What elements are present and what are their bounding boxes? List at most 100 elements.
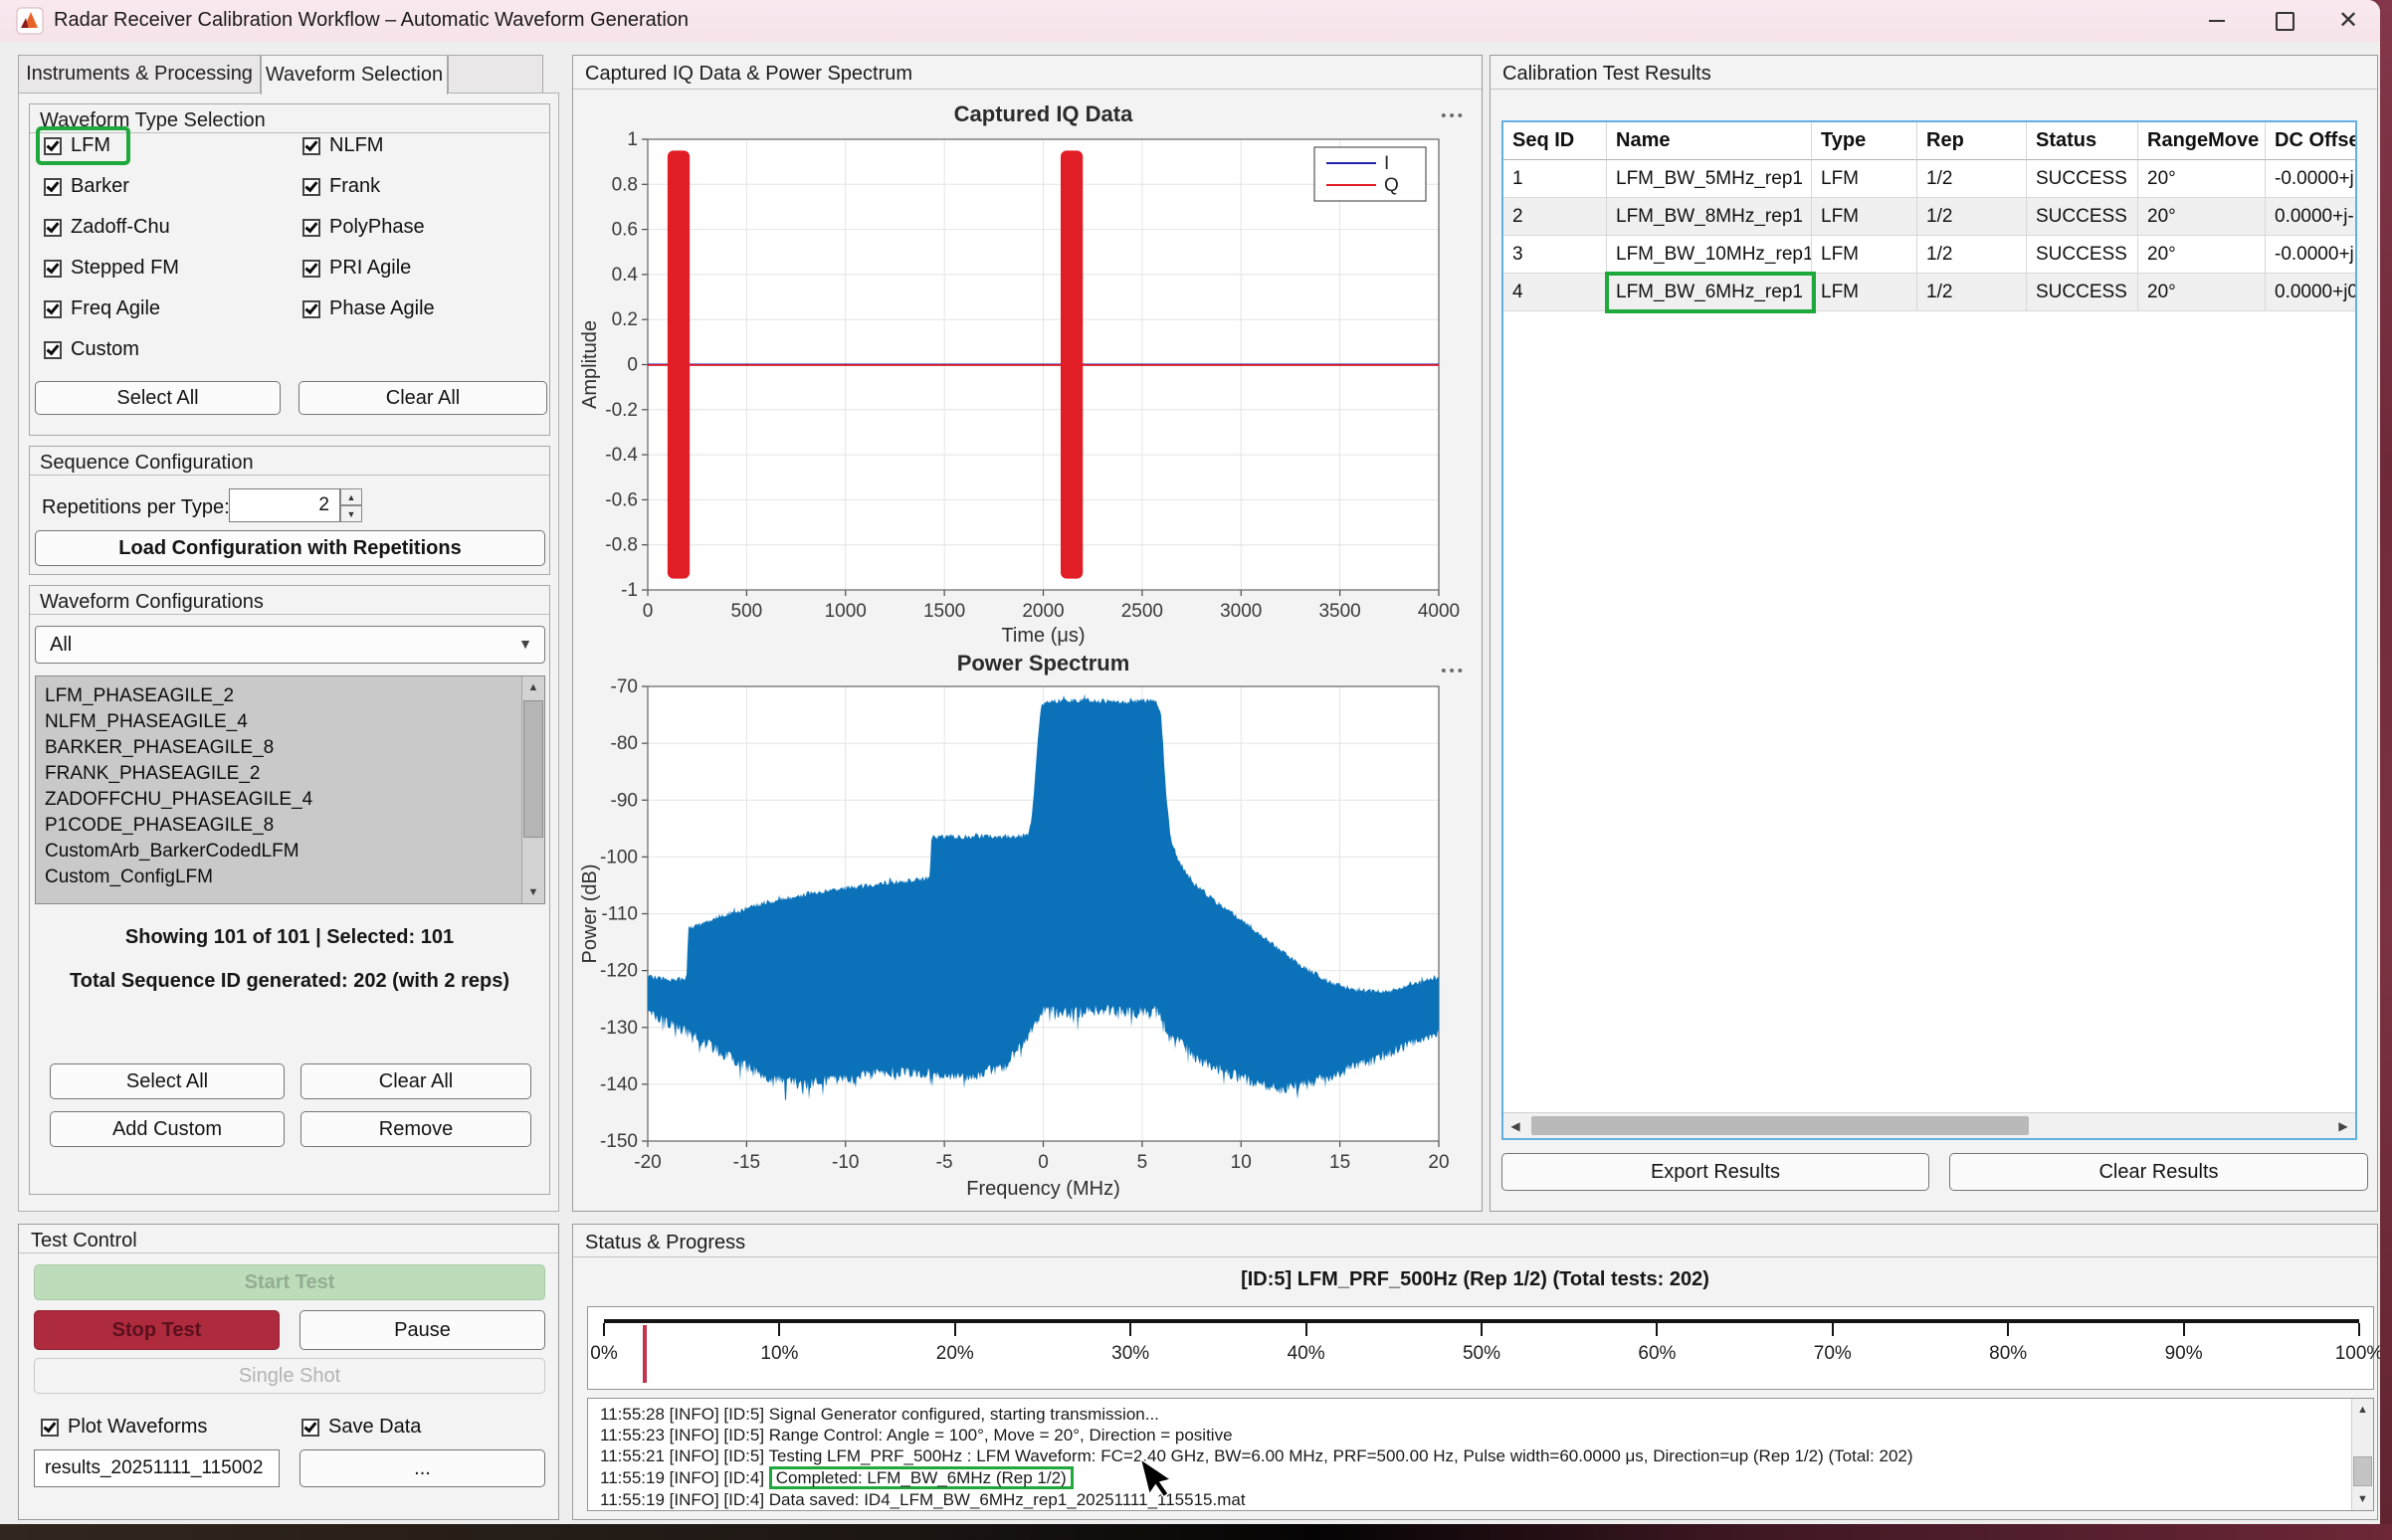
remove-button[interactable]: Remove — [300, 1111, 531, 1147]
checkbox-icon — [302, 219, 320, 237]
waveform-type-checkbox-phase-agile[interactable]: Phase Agile — [302, 297, 435, 320]
load-configuration-button[interactable]: Load Configuration with Repetitions — [35, 530, 545, 566]
waveform-type-checkbox-freq-agile[interactable]: Freq Agile — [44, 297, 160, 320]
log-scrollbar[interactable]: ▲ ▼ — [2351, 1399, 2373, 1510]
list-item[interactable]: CustomArb_BarkerCodedLFM — [36, 839, 544, 865]
stepper-down-icon[interactable]: ▼ — [340, 505, 362, 522]
config-listbox[interactable]: LFM_PHASEAGILE_2NLFM_PHASEAGILE_4BARKER_… — [35, 675, 545, 904]
hscroll-thumb[interactable] — [1531, 1116, 2029, 1135]
progress-tick-label: 80% — [1989, 1343, 2027, 1365]
table-row[interactable]: 4LFM_BW_6MHz_rep1LFM1/2SUCCESS20°0.0000+… — [1503, 274, 2357, 311]
table-cell: -0.0000+j — [2266, 236, 2357, 274]
table-cell: SUCCESS — [2027, 160, 2138, 198]
list-item[interactable]: ZADOFFCHU_PHASEAGILE_4 — [36, 787, 544, 813]
configs-clear-all-button[interactable]: Clear All — [300, 1063, 531, 1099]
sequence-configuration-group: Sequence Configuration Repetitions per T… — [29, 446, 550, 575]
list-item[interactable]: Custom_ConfigLFM — [36, 865, 544, 890]
scroll-right-icon[interactable]: ▶ — [2331, 1113, 2355, 1138]
waveform-type-checkbox-zadoff-chu[interactable]: Zadoff-Chu — [44, 216, 170, 239]
checkbox-label: Custom — [71, 338, 139, 361]
checkbox-label: NLFM — [329, 134, 383, 157]
waveform-type-checkbox-nlfm[interactable]: NLFM — [302, 134, 383, 157]
checkbox-icon — [41, 1419, 59, 1437]
log-scrollbar-thumb[interactable] — [2353, 1456, 2372, 1486]
status-progress-panel: Status & Progress [ID:5] LFM_PRF_500Hz (… — [572, 1224, 2378, 1520]
add-custom-button[interactable]: Add Custom — [50, 1111, 285, 1147]
stepper-up-icon[interactable]: ▲ — [340, 488, 362, 505]
progress-tick-label: 100% — [2335, 1343, 2380, 1365]
checkbox-icon — [44, 178, 62, 196]
table-cell: LFM_BW_10MHz_rep1 — [1607, 236, 1812, 274]
progress-tick — [1305, 1323, 1307, 1336]
svg-text:-0.8: -0.8 — [605, 535, 638, 556]
scroll-down-icon[interactable]: ▼ — [522, 881, 544, 903]
scroll-up-icon[interactable]: ▲ — [2352, 1399, 2373, 1421]
scroll-down-icon[interactable]: ▼ — [2352, 1488, 2373, 1510]
table-cell: 3 — [1503, 236, 1607, 274]
table-cell: 4 — [1503, 274, 1607, 311]
clear-results-button[interactable]: Clear Results — [1949, 1153, 2368, 1191]
repetitions-stepper[interactable]: ▲ ▼ — [340, 488, 362, 522]
svg-text:Q: Q — [1384, 175, 1399, 196]
waveform-type-checkbox-barker[interactable]: Barker — [44, 175, 129, 198]
results-table[interactable]: Seq IDNameTypeRepStatusRangeMoveDC Offse… — [1501, 120, 2357, 1140]
progress-tick-label: 60% — [1638, 1343, 1676, 1365]
list-item[interactable]: NLFM_PHASEAGILE_4 — [36, 709, 544, 735]
maximize-button[interactable] — [2253, 0, 2316, 42]
stop-test-button[interactable]: Stop Test — [34, 1310, 280, 1350]
start-test-button[interactable]: Start Test — [34, 1264, 545, 1300]
svg-text:0.2: 0.2 — [612, 309, 638, 330]
tab-waveform-selection[interactable]: Waveform Selection — [261, 55, 448, 95]
chevron-down-icon: ▼ — [518, 636, 532, 652]
browse-button[interactable]: ... — [299, 1449, 545, 1487]
minimize-button[interactable] — [2185, 0, 2249, 42]
close-button[interactable]: ✕ — [2316, 0, 2380, 42]
types-clear-all-button[interactable]: Clear All — [299, 381, 547, 415]
svg-text:Captured IQ Data: Captured IQ Data — [954, 101, 1133, 126]
waveform-type-checkbox-lfm[interactable]: LFM — [40, 130, 126, 161]
list-scrollbar[interactable]: ▲ ▼ — [521, 676, 544, 903]
pause-button[interactable]: Pause — [299, 1310, 545, 1350]
config-filter-value: All — [50, 634, 72, 657]
results-filename-input[interactable]: results_20251111_115002 — [34, 1449, 280, 1487]
repetitions-input[interactable]: 2 — [229, 488, 340, 522]
waveform-type-checkbox-frank[interactable]: Frank — [302, 175, 380, 198]
checkbox-icon — [44, 300, 62, 318]
types-select-all-button[interactable]: Select All — [35, 381, 281, 415]
tab-instruments-processing[interactable]: Instruments & Processing — [18, 55, 261, 94]
single-shot-button[interactable]: Single Shot — [34, 1358, 545, 1394]
calibration-results-panel: Calibration Test Results Seq IDNameTypeR… — [1490, 55, 2378, 1212]
waveform-type-checkbox-polyphase[interactable]: PolyPhase — [302, 216, 425, 239]
table-row[interactable]: 3LFM_BW_10MHz_rep1LFM1/2SUCCESS20°-0.000… — [1503, 236, 2357, 274]
table-cell: SUCCESS — [2027, 236, 2138, 274]
list-item[interactable]: FRANK_PHASEAGILE_2 — [36, 761, 544, 787]
scroll-left-icon[interactable]: ◀ — [1503, 1113, 1527, 1138]
list-item[interactable]: LFM_PHASEAGILE_2 — [36, 683, 544, 709]
column-header: Name — [1607, 122, 1812, 160]
progress-marker — [643, 1325, 647, 1383]
table-row[interactable]: 2LFM_BW_8MHz_rep1LFM1/2SUCCESS20°0.0000+… — [1503, 198, 2357, 236]
axes-toolbar-icon[interactable]: ••• — [1441, 107, 1466, 124]
export-results-button[interactable]: Export Results — [1501, 1153, 1929, 1191]
config-filter-dropdown[interactable]: All ▼ — [35, 626, 545, 664]
waveform-type-checkbox-custom[interactable]: Custom — [44, 338, 139, 361]
checkbox-label: Zadoff-Chu — [71, 216, 170, 239]
table-horizontal-scrollbar[interactable]: ◀ ▶ — [1503, 1112, 2355, 1138]
list-item[interactable]: BARKER_PHASEAGILE_8 — [36, 735, 544, 761]
axes-toolbar-icon[interactable]: ••• — [1441, 663, 1466, 679]
status-log[interactable]: 11:55:28 [INFO] [ID:5] Signal Generator … — [587, 1398, 2374, 1511]
list-item[interactable]: P1CODE_PHASEAGILE_8 — [36, 813, 544, 839]
waveform-type-checkbox-pri-agile[interactable]: PRI Agile — [302, 257, 411, 280]
scroll-up-icon[interactable]: ▲ — [522, 676, 544, 698]
plot-waveforms-checkbox[interactable]: Plot Waveforms — [41, 1416, 207, 1439]
configs-select-all-button[interactable]: Select All — [50, 1063, 285, 1099]
table-cell: 1/2 — [1917, 274, 2027, 311]
table-row[interactable]: 1LFM_BW_5MHz_rep1LFM1/2SUCCESS20°-0.0000… — [1503, 160, 2357, 198]
waveform-type-checkbox-stepped-fm[interactable]: Stepped FM — [44, 257, 179, 280]
progress-tick — [1656, 1323, 1658, 1336]
progress-tick-label: 0% — [590, 1343, 617, 1365]
save-data-checkbox[interactable]: Save Data — [301, 1416, 421, 1439]
list-scrollbar-thumb[interactable] — [523, 700, 543, 838]
divider — [573, 89, 1482, 90]
progress-tick-label: 90% — [2165, 1343, 2203, 1365]
